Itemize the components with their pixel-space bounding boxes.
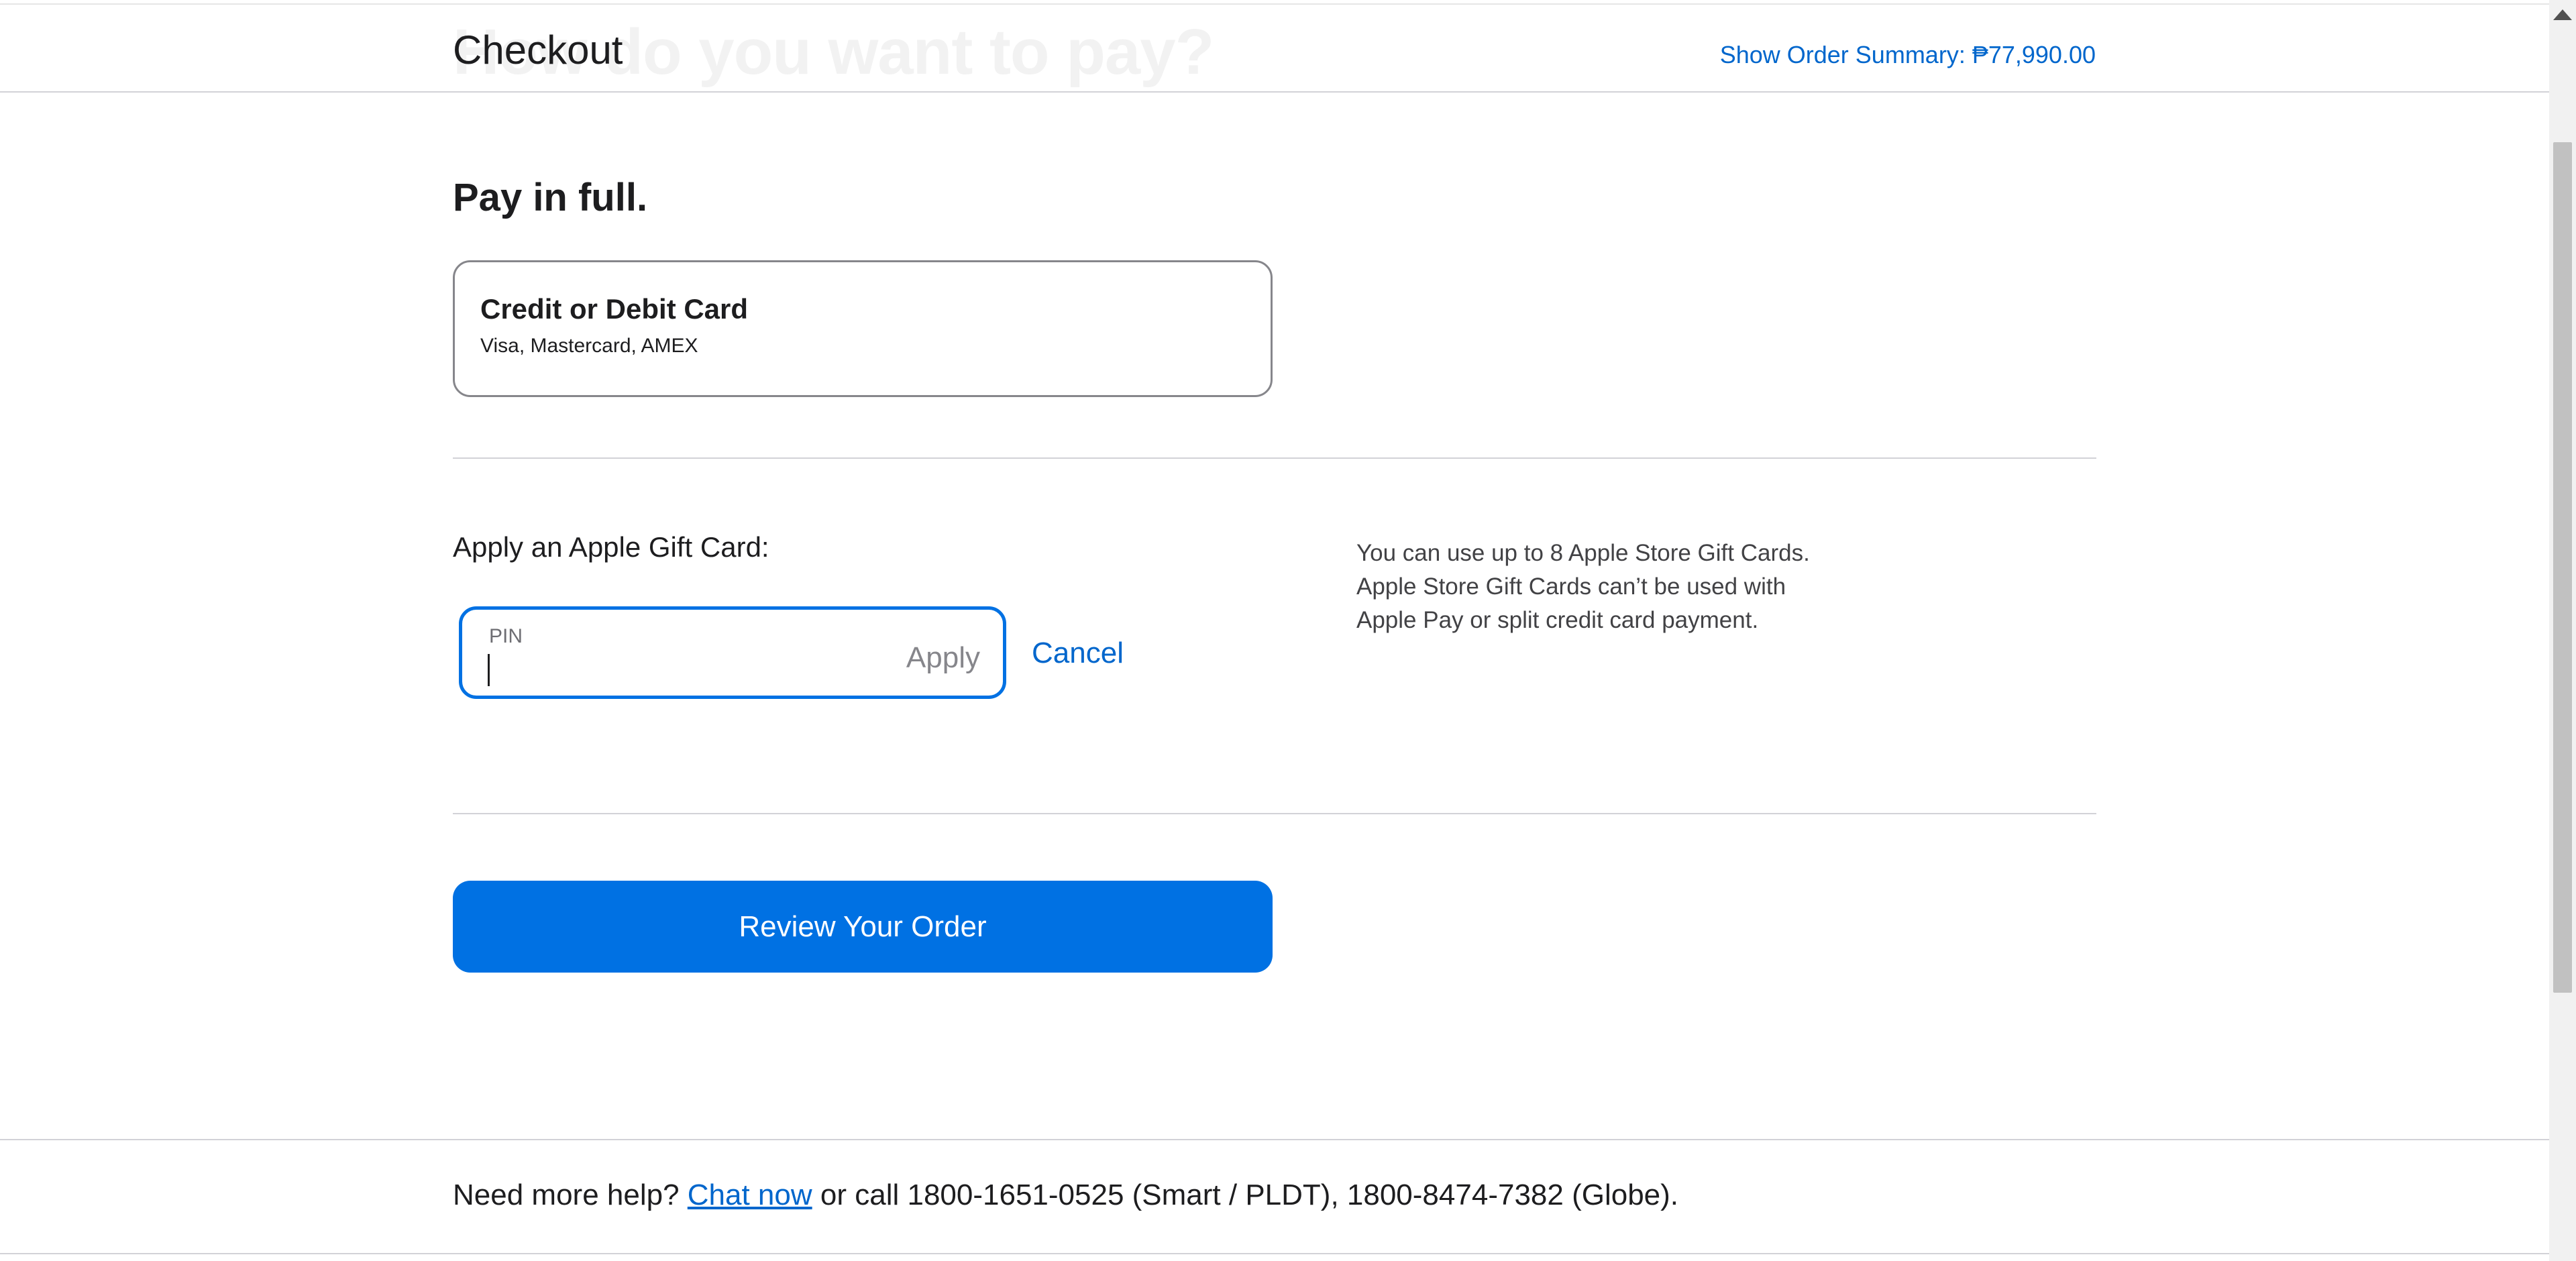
apply-button[interactable]: Apply <box>906 639 980 677</box>
header-divider <box>0 91 2549 93</box>
gift-card-note-line: You can use up to 8 Apple Store Gift Car… <box>1356 540 1810 566</box>
chat-now-link[interactable]: Chat now <box>688 1178 812 1211</box>
gift-card-pin-field[interactable]: PIN Apply <box>459 606 1006 699</box>
footer-divider <box>0 1139 2549 1140</box>
gift-card-note-line: Apple Store Gift Cards can’t be used wit… <box>1356 573 1786 600</box>
section-divider <box>453 457 2096 459</box>
help-text: Need more help? Chat now or call 1800-16… <box>453 1175 1678 1215</box>
card-option-title: Credit or Debit Card <box>480 293 749 325</box>
help-prefix: Need more help? <box>453 1178 688 1211</box>
pin-field-label: PIN <box>489 625 523 647</box>
top-divider <box>0 3 2549 5</box>
footer-bottom-divider <box>0 1253 2549 1254</box>
gift-card-label: Apply an Apple Gift Card: <box>453 531 769 563</box>
show-order-summary-link[interactable]: Show Order Summary: ₱77,990.00 <box>1720 37 2096 73</box>
scrollbar-thumb[interactable] <box>2553 142 2572 993</box>
scroll-up-arrow-icon[interactable] <box>2553 9 2572 20</box>
card-option-subtitle: Visa, Mastercard, AMEX <box>480 335 698 357</box>
page-title: Checkout <box>453 28 623 72</box>
checkout-page: How do you want to pay? Checkout Show Or… <box>0 0 2576 1261</box>
pin-input[interactable] <box>485 650 875 688</box>
section-divider <box>453 813 2096 814</box>
gift-card-note-line: Apple Pay or split credit card payment. <box>1356 607 1759 633</box>
cancel-link[interactable]: Cancel <box>1032 635 1124 672</box>
review-your-order-button[interactable]: Review Your Order <box>453 881 1273 973</box>
gift-card-note: You can use up to 8 Apple Store Gift Car… <box>1356 537 1907 637</box>
credit-debit-card-option[interactable]: Credit or Debit Card Visa, Mastercard, A… <box>453 260 1273 397</box>
text-caret <box>488 654 490 686</box>
pay-in-full-heading: Pay in full. <box>453 176 648 219</box>
help-suffix: or call 1800-1651-0525 (Smart / PLDT), 1… <box>812 1178 1679 1211</box>
